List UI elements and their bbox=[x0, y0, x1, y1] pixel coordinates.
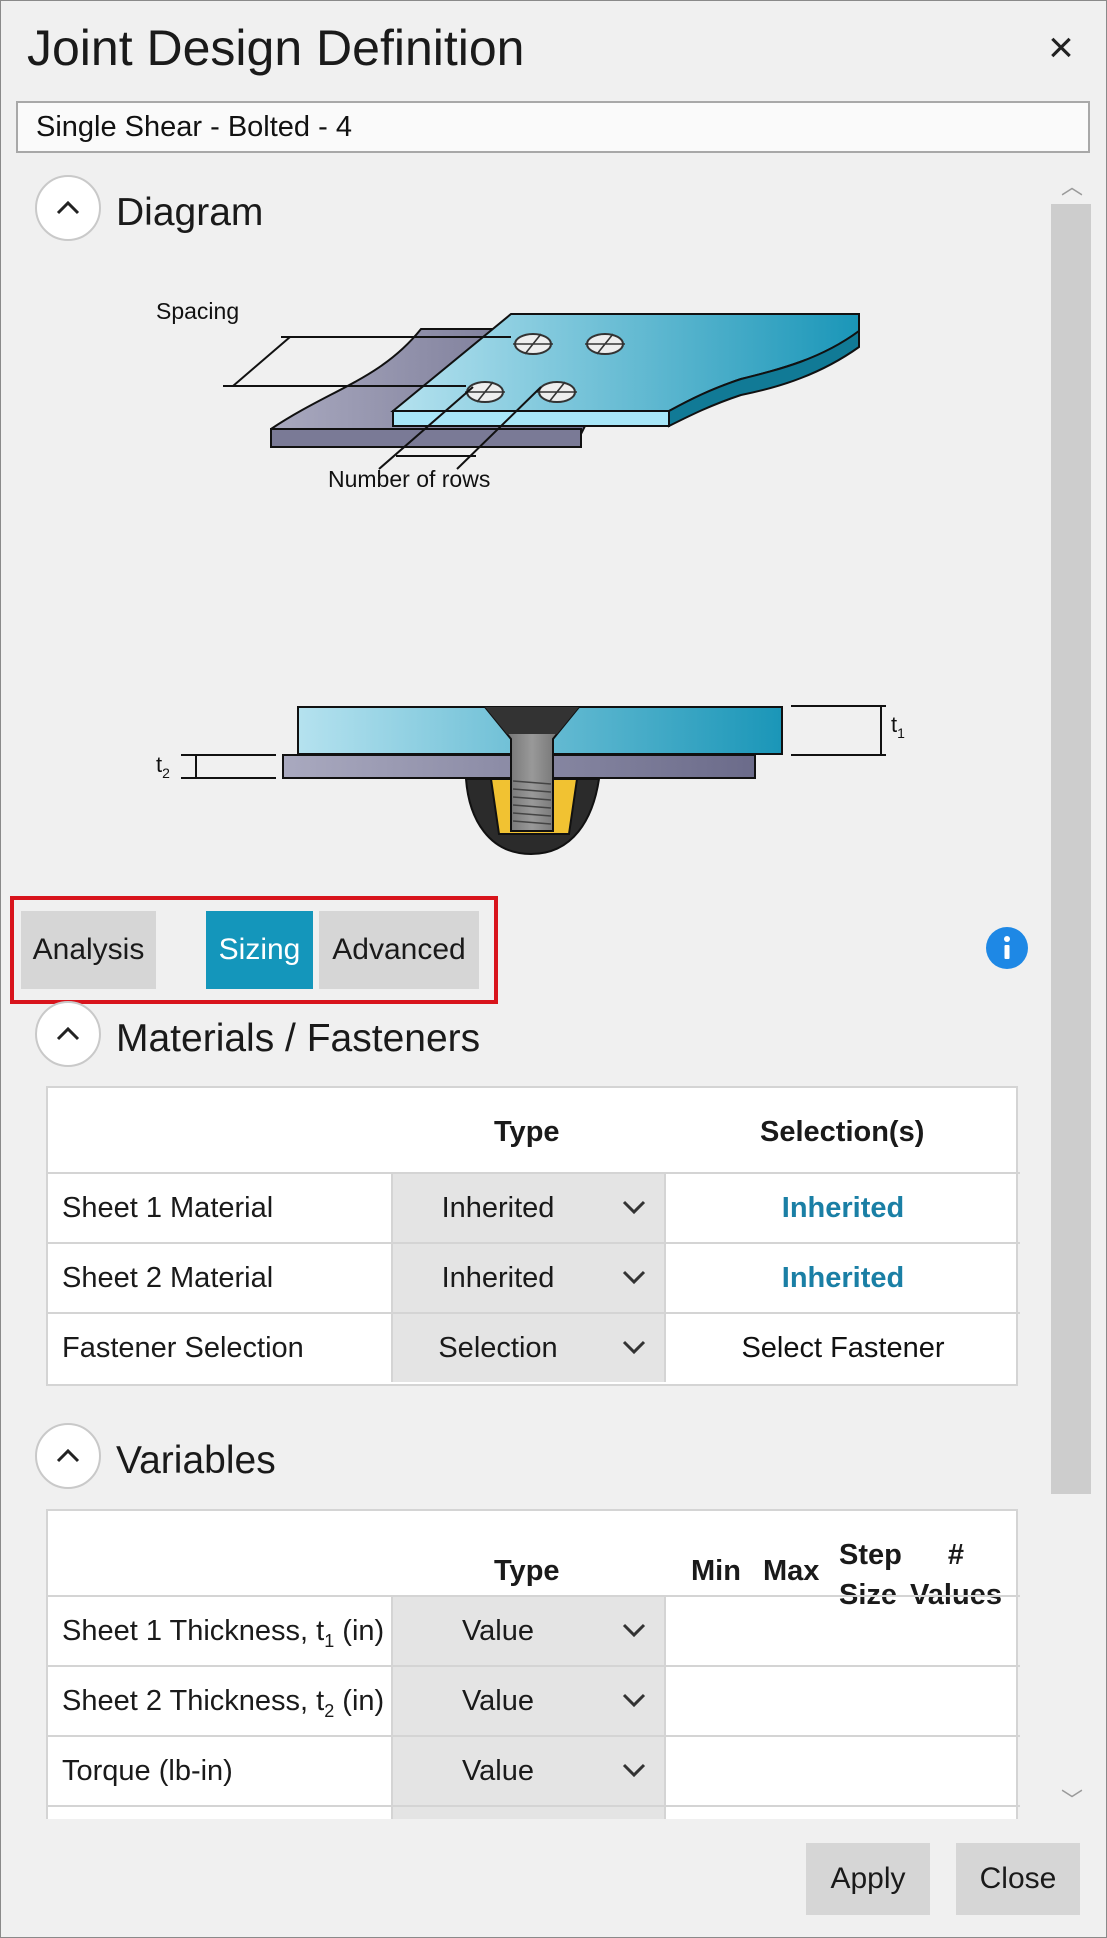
chevron-down-icon bbox=[622, 1693, 646, 1708]
type-dropdown[interactable] bbox=[391, 1807, 666, 1819]
chevron-up-icon bbox=[56, 1448, 80, 1463]
tab-analysis[interactable]: Analysis bbox=[21, 911, 156, 989]
joint-isometric-diagram: Spacing Number of rows t1 t2 bbox=[156, 298, 905, 856]
variables-col-min: Min bbox=[691, 1555, 741, 1587]
chevron-down-icon bbox=[622, 1200, 646, 1215]
variables-col-type: Type bbox=[494, 1555, 560, 1587]
row-label: Sheet 2 Material bbox=[62, 1262, 274, 1294]
variables-collapse-button[interactable] bbox=[35, 1423, 101, 1489]
dialog-window: Joint Design Definition × Single Shear -… bbox=[0, 0, 1107, 1938]
t1-label: t1 bbox=[891, 712, 905, 741]
type-dropdown[interactable]: Inherited bbox=[391, 1244, 666, 1312]
type-value: Inherited bbox=[441, 1192, 555, 1224]
selection-link[interactable]: Inherited bbox=[668, 1244, 1018, 1312]
type-dropdown[interactable]: Value bbox=[391, 1597, 666, 1665]
variables-table: Type Min Max Step Size # Values Sheet 1 … bbox=[46, 1509, 1020, 1819]
table-row: Sheet 2 Thickness, t2 (in) Value bbox=[48, 1665, 1020, 1735]
type-value: Selection bbox=[438, 1332, 558, 1364]
table-row bbox=[48, 1805, 1020, 1819]
materials-collapse-button[interactable] bbox=[35, 1001, 101, 1067]
variables-col-max: Max bbox=[763, 1555, 820, 1587]
materials-col-selection: Selection(s) bbox=[760, 1116, 925, 1148]
scrollbar-thumb[interactable] bbox=[1051, 204, 1091, 1494]
row-label: Fastener Selection bbox=[62, 1332, 304, 1364]
table-row: Fastener Selection Selection Select Fast… bbox=[48, 1312, 1020, 1382]
scroll-down-icon[interactable]: ﹀ bbox=[1059, 1783, 1085, 1815]
chevron-up-icon bbox=[56, 200, 80, 215]
design-name-field[interactable]: Single Shear - Bolted - 4 bbox=[16, 101, 1090, 153]
selection-link[interactable]: Inherited bbox=[668, 1174, 1018, 1242]
tab-advanced[interactable]: Advanced bbox=[319, 911, 479, 989]
type-value: Inherited bbox=[441, 1262, 555, 1294]
variables-heading: Variables bbox=[116, 1439, 276, 1482]
table-row: Sheet 1 Thickness, t1 (in) Value bbox=[48, 1595, 1020, 1665]
chevron-down-icon bbox=[622, 1623, 646, 1638]
type-dropdown[interactable]: Inherited bbox=[391, 1174, 666, 1242]
row-label: Torque (lb-in) bbox=[62, 1755, 233, 1787]
type-dropdown[interactable]: Value bbox=[391, 1737, 666, 1805]
row-label: Sheet 1 Thickness, t1 (in) bbox=[62, 1615, 385, 1651]
chevron-up-icon bbox=[56, 1026, 80, 1041]
apply-button[interactable]: Apply bbox=[806, 1843, 930, 1915]
type-dropdown[interactable]: Selection bbox=[391, 1314, 666, 1382]
chevron-down-icon bbox=[622, 1340, 646, 1355]
type-value: Value bbox=[461, 1615, 535, 1647]
dialog-title: Joint Design Definition bbox=[27, 20, 525, 76]
select-fastener-link[interactable]: Select Fastener bbox=[668, 1314, 1018, 1382]
type-dropdown[interactable]: Value bbox=[391, 1667, 666, 1735]
tab-sizing[interactable]: Sizing bbox=[206, 911, 313, 989]
close-icon[interactable]: × bbox=[1041, 25, 1081, 71]
table-row: Sheet 1 Material Inherited Inherited bbox=[48, 1172, 1020, 1242]
row-label: Sheet 2 Thickness, t2 (in) bbox=[62, 1685, 385, 1721]
scroll-up-icon[interactable]: ︿ bbox=[1059, 169, 1085, 201]
chevron-down-icon bbox=[622, 1270, 646, 1285]
row-label: Sheet 1 Material bbox=[62, 1192, 274, 1224]
table-row: Torque (lb-in) Value bbox=[48, 1735, 1020, 1805]
table-row: Sheet 2 Material Inherited Inherited bbox=[48, 1242, 1020, 1312]
chevron-down-icon bbox=[622, 1763, 646, 1778]
close-button[interactable]: Close bbox=[956, 1843, 1080, 1915]
spacing-label: Spacing bbox=[156, 298, 239, 324]
materials-table: Type Selection(s) Sheet 1 Material Inher… bbox=[46, 1086, 1020, 1386]
materials-col-type: Type bbox=[494, 1116, 560, 1148]
t2-label: t2 bbox=[156, 752, 170, 781]
scroll-content: Diagram Spacing Number of rows t1 t2 Ana… bbox=[1, 159, 1051, 1819]
type-value: Value bbox=[461, 1755, 535, 1787]
info-icon[interactable] bbox=[986, 927, 1028, 969]
rows-label: Number of rows bbox=[328, 466, 490, 492]
type-value: Value bbox=[461, 1685, 535, 1717]
materials-heading: Materials / Fasteners bbox=[116, 1017, 481, 1060]
